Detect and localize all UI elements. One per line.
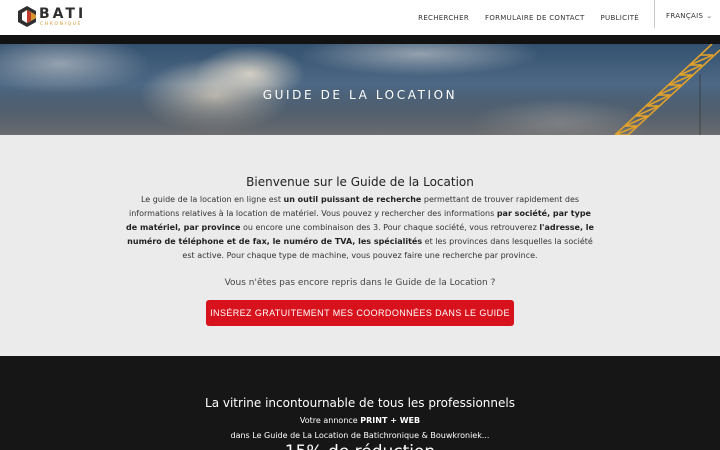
logo-subtitle: CHRONIQUE	[40, 22, 82, 27]
logo-wordmark: BATI	[39, 6, 87, 22]
promo-line-1-text: Votre annonce	[299, 416, 361, 425]
intro-bold-1: un outil puissant de recherche	[283, 195, 422, 204]
language-label: FRANÇAIS	[666, 12, 704, 20]
promo-heading: La vitrine incontournable de tous les pr…	[205, 396, 515, 410]
main-nav: RECHERCHER FORMULAIRE DE CONTACT PUBLICI…	[418, 0, 639, 35]
logo-mark-icon	[18, 6, 36, 27]
promo-line-2: dans Le Guide de La Location de Batichro…	[230, 431, 490, 440]
insert-listing-button[interactable]: INSÉREZ GRATUITEMENT MES COORDONNÉES DAN…	[206, 300, 514, 326]
site-header: BATI CHRONIQUE RECHERCHER FORMULAIRE DE …	[0, 0, 720, 35]
chevron-down-icon: ⌄	[706, 12, 713, 20]
promo-line-1: Votre annonce PRINT + WEB	[0, 416, 720, 425]
promo-discount: 15% de réduction	[0, 442, 720, 450]
language-selector[interactable]: FRANÇAIS ⌄	[666, 12, 712, 20]
intro-question: Vous n'êtes pas encore repris dans le Gu…	[224, 278, 496, 288]
intro-text-1: Le guide de la location en ligne est	[140, 195, 284, 204]
hero-title: GUIDE DE LA LOCATION	[262, 88, 458, 102]
intro-section: Bienvenue sur le Guide de la Location Le…	[0, 135, 720, 356]
promo-line-1-bold: PRINT + WEB	[360, 416, 421, 425]
nav-rechercher[interactable]: RECHERCHER	[418, 14, 469, 22]
intro-text-3: ou encore une combinaison des 3. Pour ch…	[240, 223, 540, 232]
intro-heading: Bienvenue sur le Guide de la Location	[246, 175, 474, 189]
hero-banner: GUIDE DE LA LOCATION	[0, 44, 720, 135]
promo-section: La vitrine incontournable de tous les pr…	[0, 356, 720, 450]
header-black-bar	[0, 35, 720, 44]
nav-divider	[654, 0, 655, 28]
logo[interactable]: BATI CHRONIQUE	[18, 5, 98, 30]
nav-formulaire-de-contact[interactable]: FORMULAIRE DE CONTACT	[485, 14, 585, 22]
nav-publicite[interactable]: PUBLICITÉ	[601, 14, 639, 22]
intro-paragraph: Le guide de la location en ligne est un …	[125, 193, 595, 263]
